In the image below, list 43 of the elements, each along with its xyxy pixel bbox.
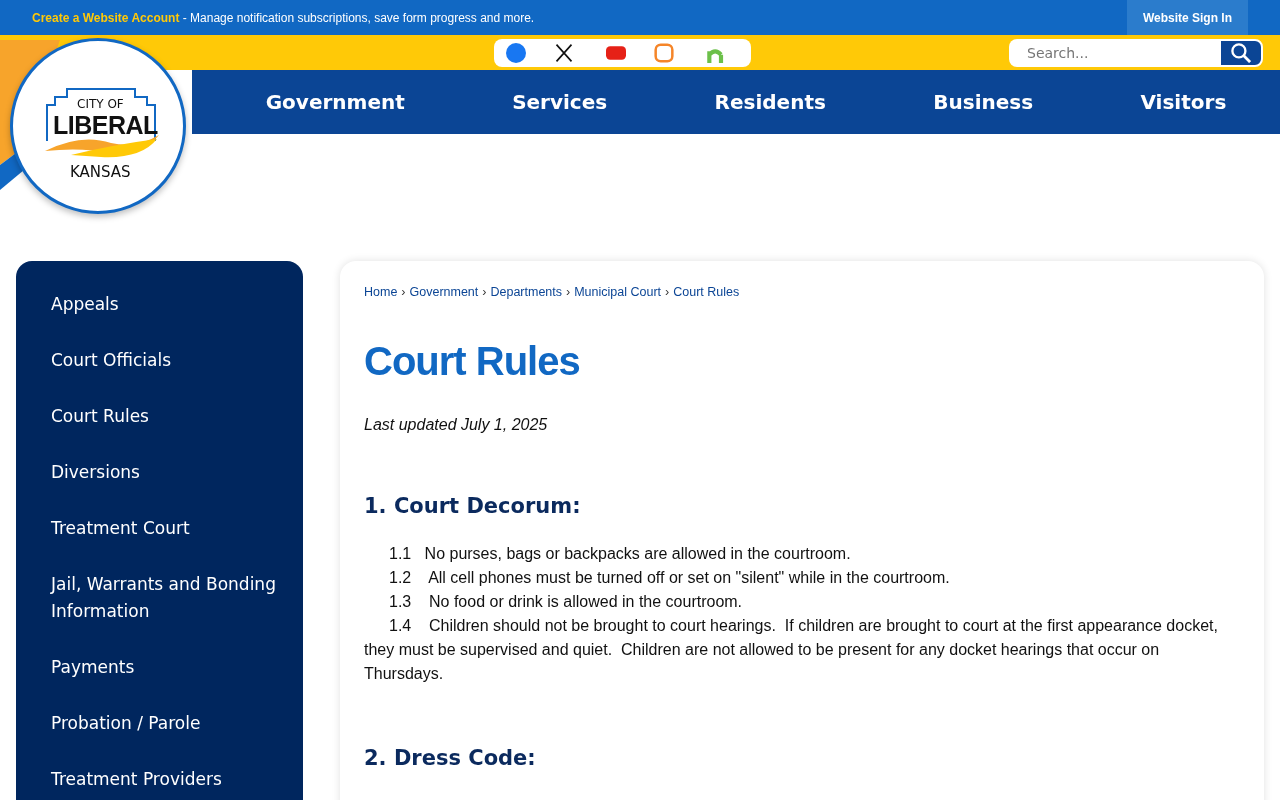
search-field[interactable]: Search... bbox=[1009, 39, 1219, 67]
breadcrumb-separator: › bbox=[566, 285, 571, 299]
facebook-icon[interactable] bbox=[506, 43, 526, 63]
breadcrumb-link[interactable]: Departments bbox=[490, 285, 563, 299]
nav-link[interactable]: Business bbox=[933, 90, 1034, 114]
rule-text: 1.3 No food or drink is allowed in the courtroom. bbox=[388, 592, 744, 612]
breadcrumb-link[interactable]: Home bbox=[364, 285, 398, 299]
section-heading: 2. Dress Code: bbox=[364, 746, 537, 770]
breadcrumb-link[interactable]: Court Rules bbox=[673, 285, 740, 299]
create-account-link[interactable]: Create a Website Account bbox=[32, 10, 180, 25]
search-icon bbox=[1231, 43, 1251, 63]
breadcrumb-link[interactable]: Government bbox=[409, 285, 479, 299]
instagram-icon[interactable] bbox=[654, 43, 674, 63]
sidebar-item[interactable]: Court Rules bbox=[51, 401, 283, 447]
sidebar-item[interactable]: Treatment Court bbox=[51, 513, 283, 559]
sidebar-item[interactable]: Treatment Providers bbox=[51, 764, 283, 800]
page-title: Court Rules bbox=[364, 339, 581, 384]
sidebar-item[interactable]: Probation / Parole bbox=[51, 708, 283, 754]
last-updated-text: Last updated July 1, 2025 bbox=[364, 416, 549, 434]
nav-link[interactable]: Services bbox=[512, 90, 608, 114]
sidebar-item[interactable]: Appeals bbox=[51, 289, 283, 335]
breadcrumb-separator: › bbox=[665, 285, 670, 299]
x-icon[interactable] bbox=[554, 43, 574, 63]
sidebar-item[interactable]: Payments bbox=[51, 652, 283, 698]
breadcrumb-link[interactable]: Municipal Court bbox=[574, 285, 662, 299]
rule-text: 1.4 Children should not be brought to court hearings. If children are brought to court at the first appearance docket, they must be supervised and quiet. Children are not allowed to be present for any docket hearings that occur on Thursdays. bbox=[364, 616, 1219, 684]
breadcrumb-separator: › bbox=[401, 285, 406, 299]
sidebar-item[interactable]: Jail, Warrants and Bonding Information bbox=[51, 569, 283, 642]
logo-text: KANSAS bbox=[70, 163, 131, 181]
section-heading: 1. Court Decorum: bbox=[364, 494, 582, 518]
breadcrumb-separator: › bbox=[482, 285, 487, 299]
youtube-icon[interactable] bbox=[606, 43, 626, 63]
sidebar-item[interactable]: Court Officials bbox=[51, 345, 283, 391]
rule-text: 1.1 No purses, bags or backpacks are allowed in the courtroom. bbox=[388, 544, 852, 564]
search-button[interactable] bbox=[1219, 39, 1263, 67]
logo-text: CITY OF bbox=[77, 97, 124, 111]
sidebar-item[interactable]: Diversions bbox=[51, 457, 283, 503]
nav-link[interactable]: Government bbox=[265, 90, 405, 114]
sign-in-button[interactable]: Website Sign In bbox=[1126, 0, 1248, 35]
rule-text: 1.2 All cell phones must be turned off or set on "silent" while in the courtroom. bbox=[388, 568, 951, 588]
account-message: Create a Website Account - Manage notification subscriptions, save form progress and more. bbox=[32, 10, 535, 25]
nav-link[interactable]: Visitors bbox=[1140, 90, 1227, 114]
nav-link[interactable]: Residents bbox=[714, 90, 826, 114]
